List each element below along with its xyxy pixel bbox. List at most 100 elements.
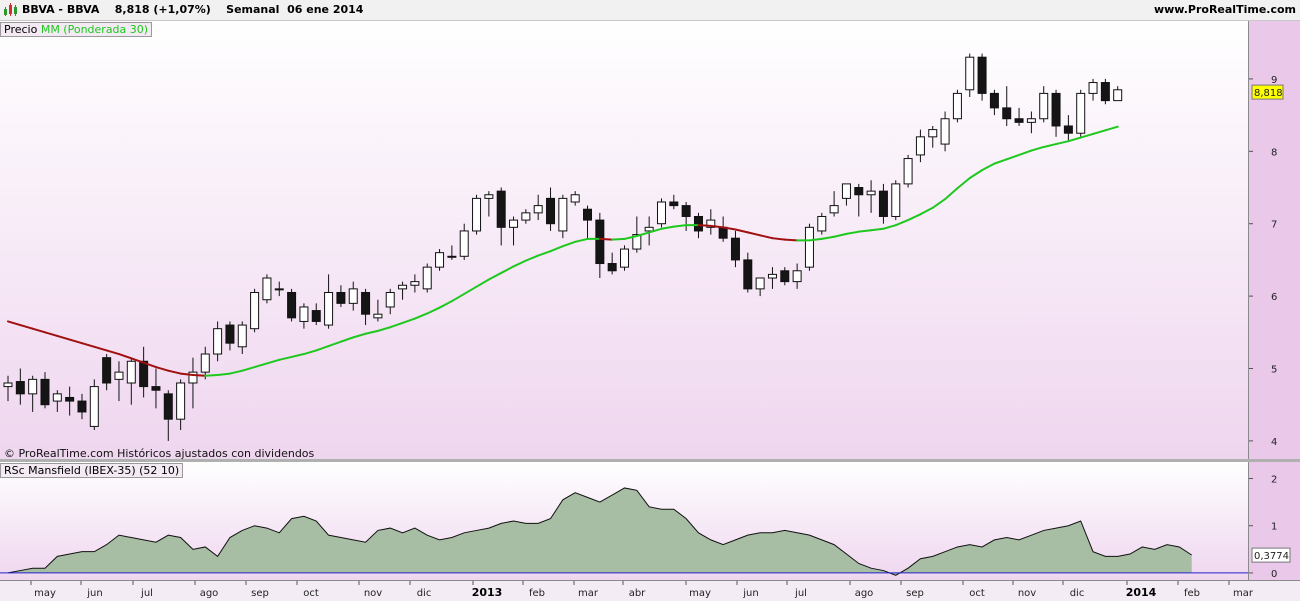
candle xyxy=(287,288,297,322)
candle xyxy=(977,53,987,101)
candle-body-up xyxy=(385,291,395,308)
candle-body-up xyxy=(28,378,38,395)
price-axis[interactable]: 4 5 6 7 8 9 8,818 xyxy=(1248,21,1300,459)
candle xyxy=(620,245,629,271)
candle xyxy=(804,223,814,271)
indicator-axis[interactable]: 0 1 2 0,3774 xyxy=(1248,462,1300,580)
candle-body-down xyxy=(77,400,87,413)
time-tick-label: oct xyxy=(303,588,319,599)
candle-body-up xyxy=(472,197,482,232)
candle-body-down xyxy=(1063,125,1073,134)
candlestick-app-icon xyxy=(4,3,17,16)
candle-body-down xyxy=(151,386,161,391)
price-panel[interactable]: Precio MM (Ponderada 30) © ProRealTime.c… xyxy=(0,21,1248,460)
moving-average-segment xyxy=(611,237,626,241)
candle-body-down xyxy=(730,237,740,261)
candle-body-down xyxy=(361,291,371,315)
candle xyxy=(89,379,99,431)
indicator-tick-label: 2 xyxy=(1271,475,1277,486)
candle-body-up xyxy=(570,194,580,203)
candle-body-down xyxy=(225,324,235,344)
indicator-legend: RSc Mansfield (IBEX-35) (52 10) xyxy=(0,463,184,478)
candle-body-down xyxy=(546,197,556,225)
time-tick-label: mar xyxy=(578,588,599,599)
time-tick-label: dic xyxy=(417,588,432,599)
candle-body-up xyxy=(3,382,13,388)
candle xyxy=(1076,89,1086,137)
candle-body-up xyxy=(1076,92,1086,134)
price-tick-label: 5 xyxy=(1271,365,1277,376)
price-tick-label: 8 xyxy=(1271,147,1277,158)
time-tick-label: 2013 xyxy=(472,586,503,599)
indicator-axis-svg: 0 1 2 0,3774 xyxy=(1249,475,1291,580)
time-tick-label: feb xyxy=(529,588,545,599)
candle-body-down xyxy=(139,360,149,388)
candle-body-up xyxy=(250,291,260,330)
candle-body-up xyxy=(422,266,432,290)
time-axis[interactable]: may jun jul ago sep oct nov dic 2013 feb mar abr may… xyxy=(0,580,1300,601)
candle-body-down xyxy=(681,205,691,217)
price-tick-label: 7 xyxy=(1271,220,1277,231)
candle-body-up xyxy=(891,183,901,217)
indicator-panel[interactable]: RSc Mansfield (IBEX-35) (52 10) xyxy=(0,462,1248,580)
candle-body-up xyxy=(299,306,309,322)
time-tick-label: feb xyxy=(1184,588,1200,599)
candle-body-up xyxy=(829,205,839,214)
candle-body-down xyxy=(1100,82,1110,102)
candle-body-down xyxy=(163,393,173,420)
candle-body-up xyxy=(521,212,531,221)
candle-body-down xyxy=(583,208,593,221)
candle-body-down xyxy=(15,381,25,395)
price-plot-background xyxy=(0,21,1248,459)
candle-body-up xyxy=(484,194,494,199)
website-label[interactable]: www.ProRealTime.com xyxy=(1154,3,1296,16)
candle xyxy=(952,89,962,123)
candle-body-up xyxy=(952,92,962,120)
price-tick-label: 9 xyxy=(1271,75,1277,86)
price-tick-label: 6 xyxy=(1271,292,1277,303)
candle xyxy=(472,194,482,235)
candle-body-down xyxy=(780,270,790,283)
ticker-label: BBVA - BBVA xyxy=(22,3,100,16)
candle-body-down xyxy=(989,92,999,109)
candle-body-down xyxy=(854,187,864,196)
candle-body-down xyxy=(607,263,617,272)
candle-body-up xyxy=(940,118,950,145)
last-price-label: 8,818 xyxy=(1254,88,1283,99)
candle-body-up xyxy=(237,324,247,348)
time-tick-label: nov xyxy=(364,588,382,599)
title-bar: BBVA - BBVA 8,818 (+1,07%) Semanal 06 en… xyxy=(0,0,1300,21)
candle-body-up xyxy=(324,291,334,326)
time-tick-label: nov xyxy=(1018,588,1036,599)
time-tick-label: jun xyxy=(742,588,758,599)
candle xyxy=(262,274,272,304)
candle-body-up xyxy=(447,255,457,258)
ma-legend-label: MM (Ponderada 30) xyxy=(40,23,149,36)
moving-average-segment xyxy=(191,374,207,377)
candle-body-up xyxy=(656,201,666,225)
candle-body-up xyxy=(755,277,765,290)
candle-body-down xyxy=(1051,92,1061,127)
candle-body-up xyxy=(792,270,802,283)
candle-body-up xyxy=(176,382,186,420)
candle-body-up xyxy=(213,328,223,355)
candle-body-down xyxy=(693,215,703,232)
candle-body-up xyxy=(915,136,925,156)
candle-body-up xyxy=(1113,89,1123,102)
candle xyxy=(903,154,913,188)
time-tick-label: 2014 xyxy=(1126,586,1157,599)
candle-body-down xyxy=(496,190,506,228)
price-axis-svg: 4 5 6 7 8 9 8,818 xyxy=(1249,75,1284,448)
candle-body-up xyxy=(841,183,851,199)
price-change-label: 8,818 (+1,07%) xyxy=(114,3,211,16)
candle-body-up xyxy=(767,273,777,279)
candle-body-up xyxy=(274,288,284,291)
candle-body-up xyxy=(644,226,654,232)
candle-body-down xyxy=(669,201,679,207)
moving-average-segment xyxy=(783,238,799,242)
candle-body-down xyxy=(336,291,346,304)
candle-body-up xyxy=(928,129,938,138)
candle-body-down xyxy=(878,190,888,217)
candle-body-down xyxy=(977,56,987,94)
time-tick-label: jun xyxy=(86,588,102,599)
